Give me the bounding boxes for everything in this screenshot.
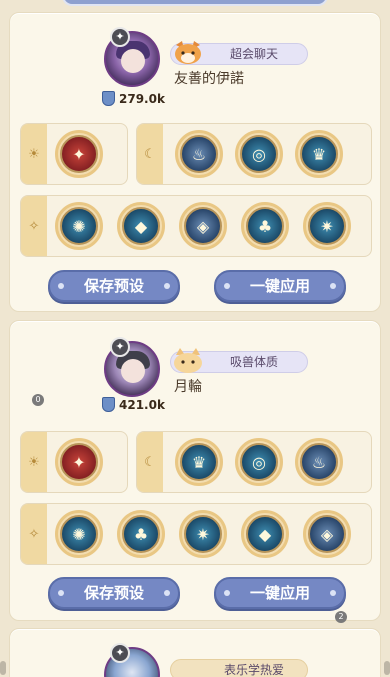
power-row: 421.0k [102,397,165,412]
claw-topping-icon: ✦ [60,135,98,173]
topping-slot[interactable]: ◎ [235,438,283,486]
burst-topping-icon: ✺ [60,207,98,245]
topping-slot[interactable]: ♛ [295,130,343,178]
claw-topping-icon: ✦ [60,443,98,481]
crystal-topping-icon: ◆ [122,207,160,245]
sun-icon: ☀ [21,124,47,184]
save-preset-button[interactable]: 保存预设 [48,577,180,609]
apply-preset-button[interactable]: 一键应用 [214,577,346,609]
preset-card-2: ✦ 吸兽体质 月輪 421.0k ☀ ✦ ☾ ♛ ◎ ♨ ✧ ✺ ♣ ✷ ◆ ◈… [9,320,381,621]
scroll-indicator-right [384,661,390,675]
moon-slot-panel: ☾ ♨ ◎ ♛ [136,123,372,185]
topping-slot[interactable]: ✺ [55,202,103,250]
notification-badge: 2 [335,611,347,623]
preset-card-3: ✦ 表乐学热爱 [9,628,381,677]
topping-slot[interactable]: ◆ [117,202,165,250]
power-shield-icon [102,91,115,106]
sun-icon: ☀ [21,432,47,492]
apply-preset-button[interactable]: 一键应用 [214,270,346,302]
power-shield-icon [102,397,115,412]
top-bar [62,0,328,6]
cookie-name: 友善的伊諾 [174,71,244,87]
gem-topping-icon: ◈ [184,207,222,245]
pet-tag-label: 超会聊天 [229,47,278,61]
rank-emblem-icon: ✦ [110,337,130,357]
rank-emblem-icon: ✦ [110,27,130,47]
avatar-face [121,49,145,73]
shatter-topping-icon: ✷ [184,515,222,553]
star-icon: ✧ [21,504,47,564]
cookie-name: 月輪 [174,379,202,395]
topping-slot[interactable]: ◈ [303,510,351,558]
fox-pet-icon [175,41,201,64]
swirl-topping-icon: ◎ [240,443,278,481]
pet-tag[interactable]: 表乐学热爱 [170,659,308,677]
pet-tag-label: 吸兽体质 [229,355,278,369]
topping-slot[interactable]: ✺ [55,510,103,558]
topping-slot[interactable]: ♣ [117,510,165,558]
cookie-avatar[interactable]: ✦ [104,27,160,87]
crown-topping-icon: ♛ [180,443,218,481]
spirit-topping-icon: ♣ [246,207,284,245]
sun-slot-panel: ☀ ✦ [20,123,128,185]
rank-emblem-icon: ✦ [110,643,130,663]
notification-badge: 0 [32,394,44,406]
topping-slot[interactable]: ◈ [179,202,227,250]
topping-slot[interactable]: ✷ [179,510,227,558]
moon-slot-panel: ☾ ♛ ◎ ♨ [136,431,372,493]
swirl-topping-icon: ◎ [240,135,278,173]
cat-pet-icon [174,348,202,373]
topping-slot[interactable]: ◎ [235,130,283,178]
power-value: 421.0k [119,397,165,412]
topping-slot[interactable]: ✦ [55,130,103,178]
crown-topping-icon: ♛ [300,135,338,173]
topping-slot[interactable]: ✦ [55,438,103,486]
cookie-avatar[interactable]: ✦ [104,643,160,677]
cookie-avatar[interactable]: ✦ [104,337,160,397]
power-value: 279.0k [119,91,165,106]
topping-slot[interactable]: ✷ [303,202,351,250]
topping-slot[interactable]: ♛ [175,438,223,486]
preset-card-1: ✦ 超会聊天 友善的伊諾 279.0k ☀ ✦ ☾ ♨ ◎ ♛ ✧ ✺ ◆ ◈ … [9,12,381,312]
moon-icon: ☾ [137,432,163,492]
sun-slot-panel: ☀ ✦ [20,431,128,493]
avatar-face [121,359,145,383]
topping-slot[interactable]: ◆ [241,510,289,558]
star-icon: ✧ [21,196,47,256]
spirit-topping-icon: ♣ [122,515,160,553]
flame-topping-icon: ♨ [300,443,338,481]
moon-icon: ☾ [137,124,163,184]
crystal-topping-icon: ◆ [246,515,284,553]
gem-topping-icon: ◈ [308,515,346,553]
topping-slot[interactable]: ♣ [241,202,289,250]
pet-tag-label: 表乐学热爱 [223,663,284,677]
shatter-topping-icon: ✷ [308,207,346,245]
star-slot-panel: ✧ ✺ ♣ ✷ ◆ ◈ [20,503,372,565]
topping-slot[interactable]: ♨ [175,130,223,178]
scroll-indicator-left [0,661,6,675]
burst-topping-icon: ✺ [60,515,98,553]
save-preset-button[interactable]: 保存预设 [48,270,180,302]
star-slot-panel: ✧ ✺ ◆ ◈ ♣ ✷ [20,195,372,257]
topping-slot[interactable]: ♨ [295,438,343,486]
power-row: 279.0k [102,91,165,106]
flame-topping-icon: ♨ [180,135,218,173]
